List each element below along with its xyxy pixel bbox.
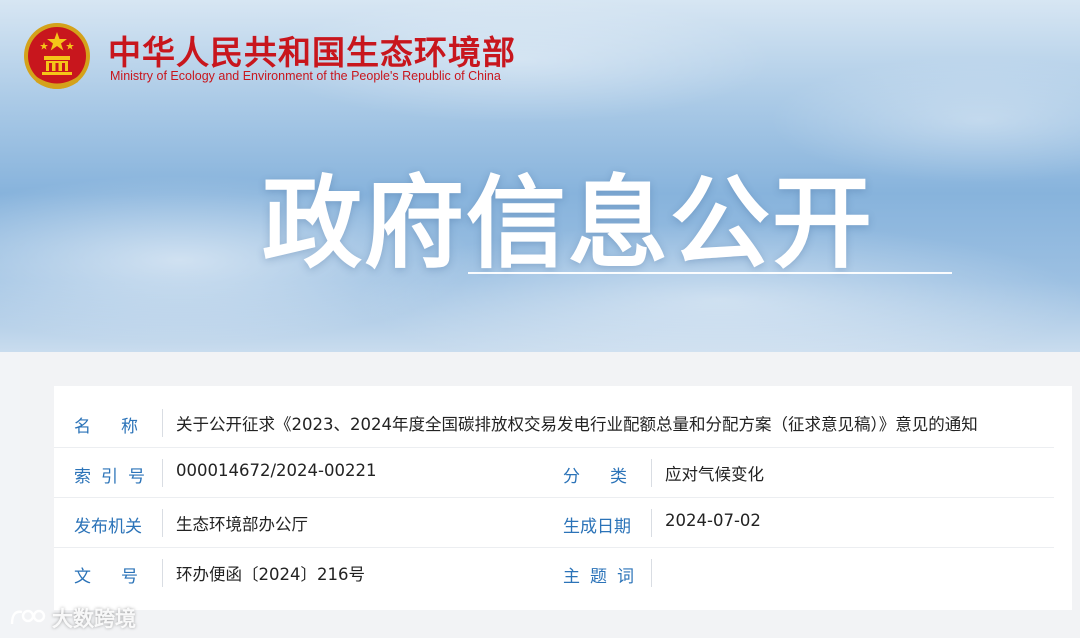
ministry-name-en[interactable]: Ministry of Ecology and Environment of t… <box>110 69 501 83</box>
divider <box>651 559 652 587</box>
watermark-text: 大数跨境 <box>52 607 136 631</box>
issuer-label: 发布机关 <box>74 517 142 537</box>
divider <box>651 459 652 487</box>
ministry-name-cn[interactable]: 中华人民共和国生态环境部 <box>108 26 516 74</box>
category-value[interactable]: 应对气候变化 <box>665 461 764 485</box>
title-underline <box>468 272 952 274</box>
subject-label: 主题词 <box>563 567 644 587</box>
header-banner: 中华人民共和国生态环境部 Ministry of Ecology and Env… <box>0 0 1080 352</box>
index-value: 000014672/2024-00221 <box>176 461 377 480</box>
divider <box>162 459 163 487</box>
doc-number-label: 文号 <box>74 567 168 587</box>
index-label: 索引号 <box>74 467 155 487</box>
page-title: 政府信息公开 <box>262 165 874 282</box>
divider <box>162 559 163 587</box>
national-emblem-icon[interactable] <box>22 20 92 94</box>
info-row-index: 索引号 000014672/2024-00221 分类 应对气候变化 <box>54 448 1054 498</box>
category-label: 分类 <box>563 467 657 487</box>
issuer-value: 生态环境部办公厅 <box>176 515 308 534</box>
info-row-name: 名称 关于公开征求《2023、2024年度全国碳排放权交易发电行业配额总量和分配… <box>54 398 1054 448</box>
watermark-logo-icon <box>10 609 46 625</box>
date-label: 生成日期 <box>563 517 631 537</box>
name-value: 关于公开征求《2023、2024年度全国碳排放权交易发电行业配额总量和分配方案（… <box>176 415 978 434</box>
watermark: 大数跨境 <box>8 603 136 633</box>
info-row-doc-number: 文号 环办便函〔2024〕216号 主题词 <box>54 548 1054 598</box>
divider <box>162 409 163 437</box>
divider <box>651 509 652 537</box>
divider <box>162 509 163 537</box>
doc-number-value: 环办便函〔2024〕216号 <box>176 565 365 584</box>
date-value: 2024-07-02 <box>665 511 761 530</box>
name-label: 名称 <box>74 417 168 437</box>
info-row-issuer: 发布机关 生态环境部办公厅 生成日期 2024-07-02 <box>54 498 1054 548</box>
